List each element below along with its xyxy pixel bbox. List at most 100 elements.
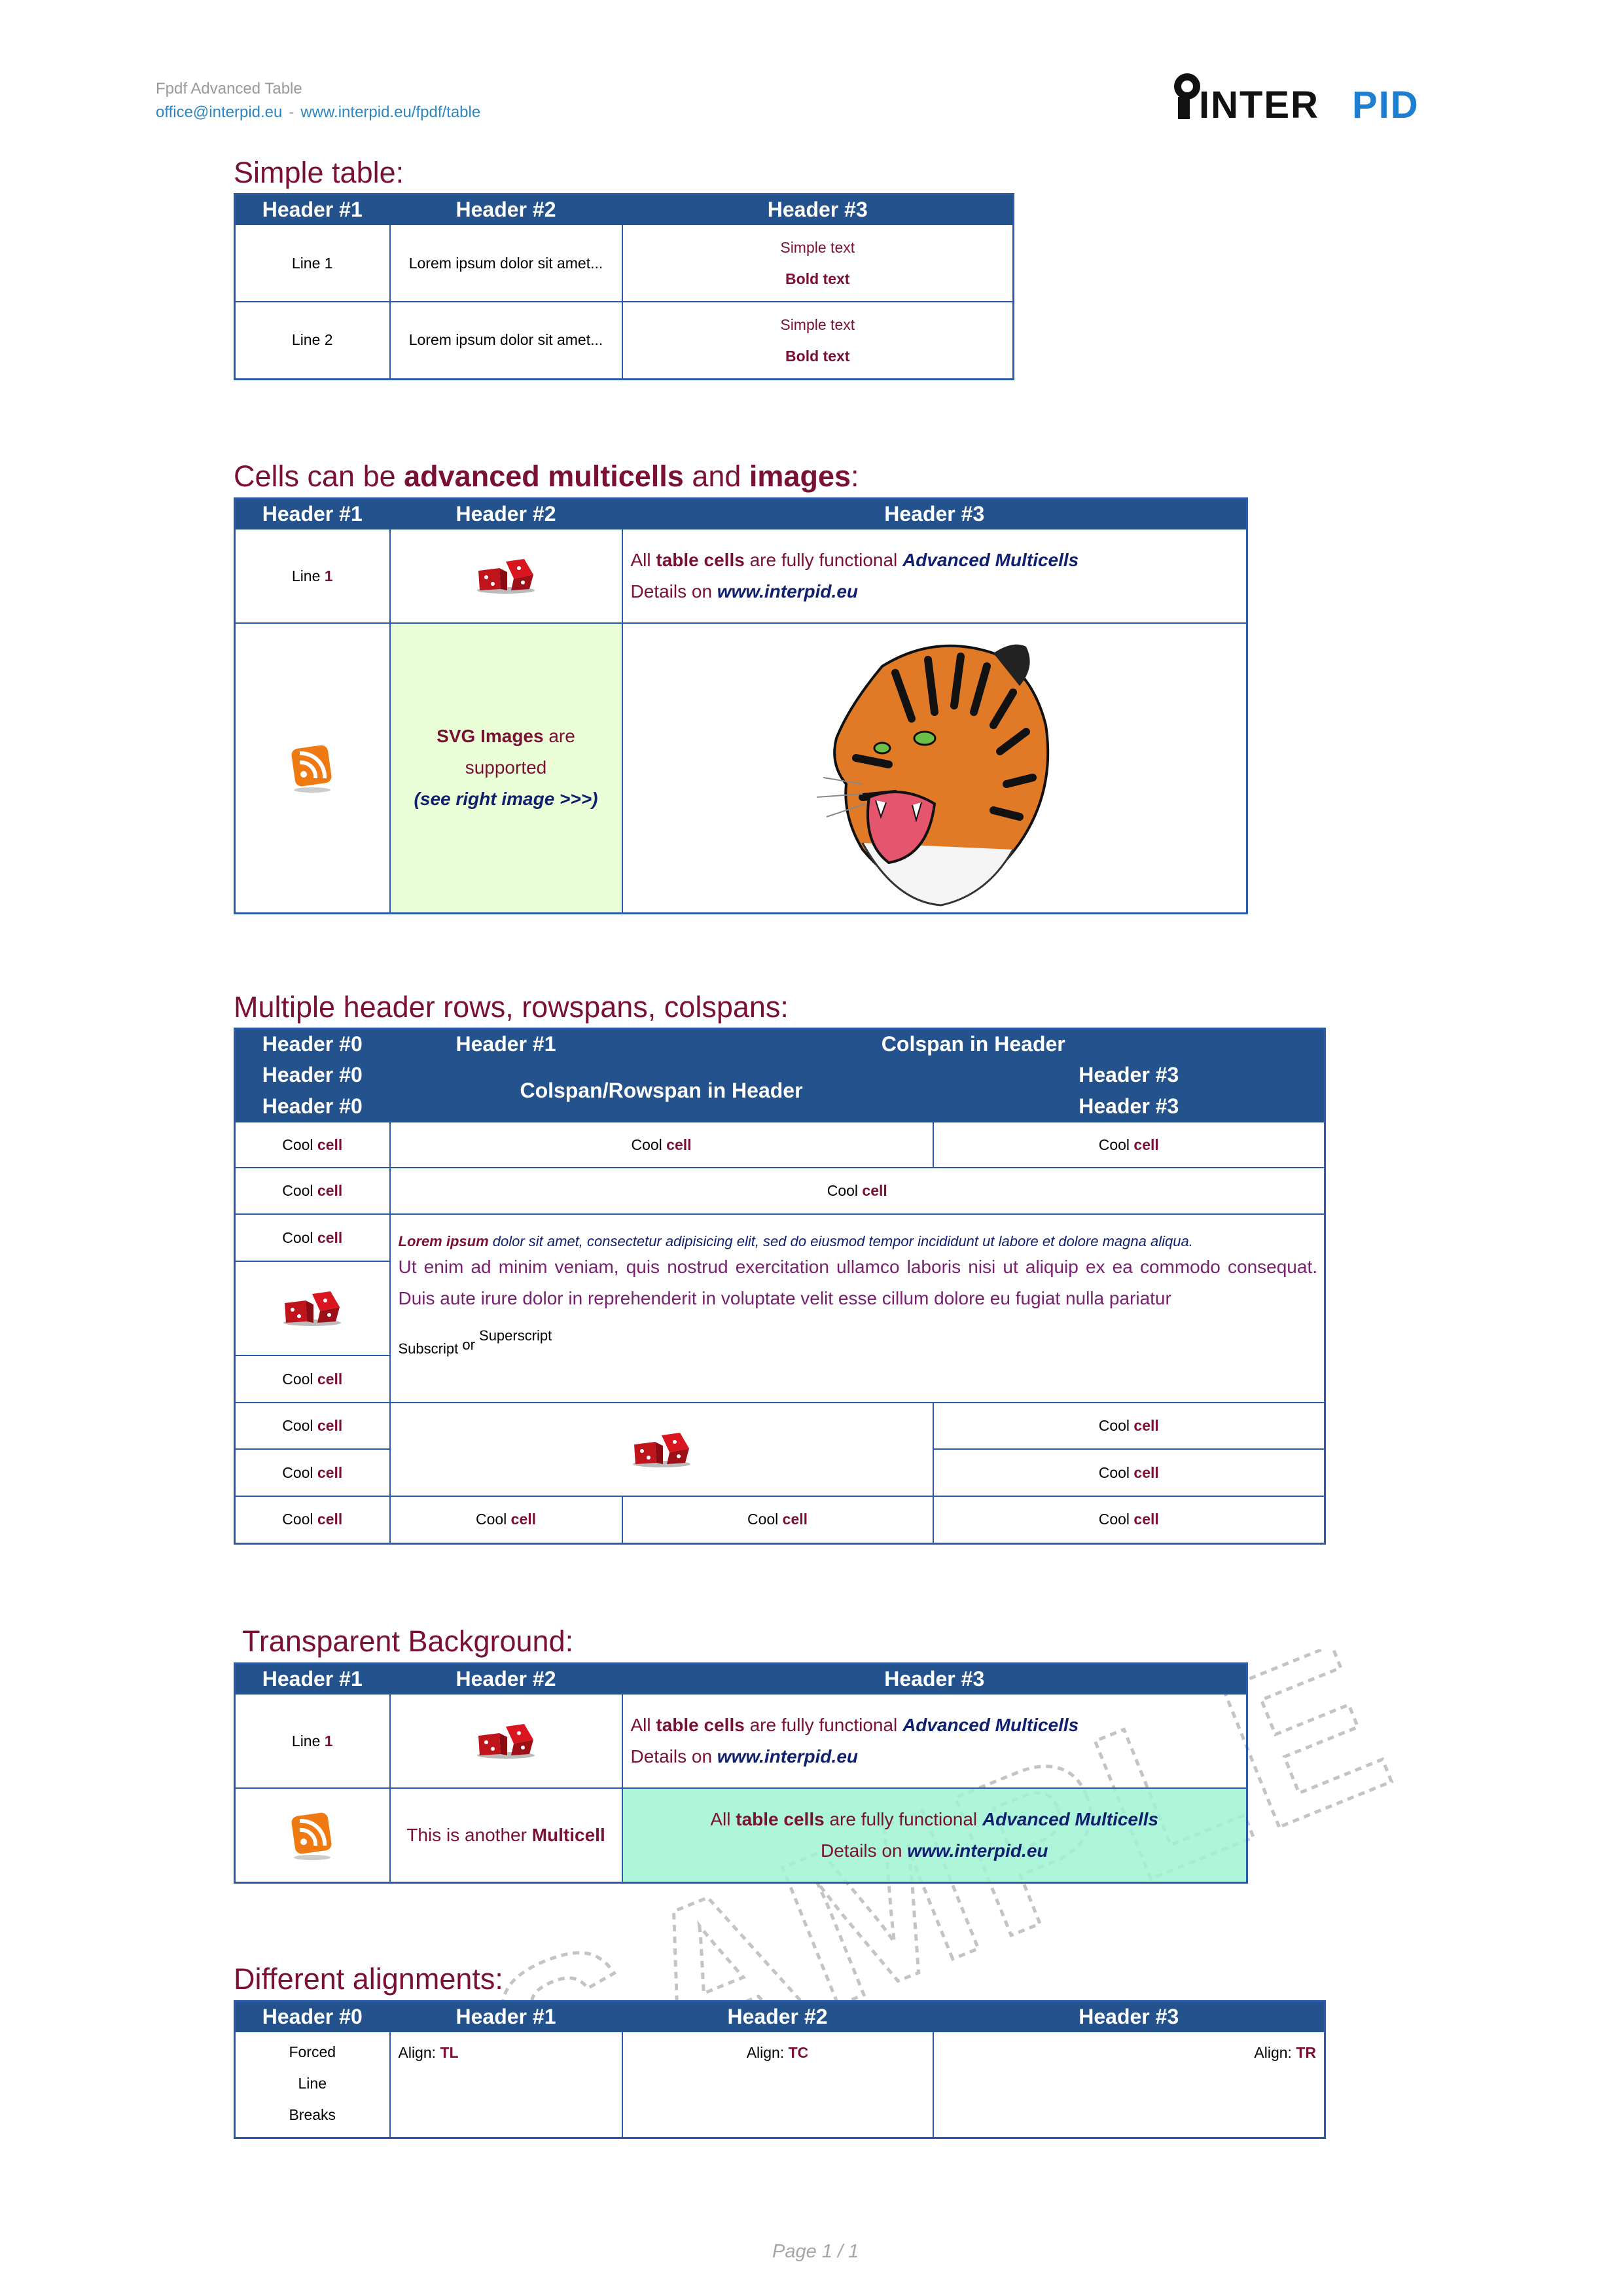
- text: Line: [298, 2075, 327, 2092]
- text: Cool: [282, 1511, 317, 1528]
- header-colspan: Colspan in Header: [621, 1028, 1326, 1060]
- sub-sup-line: Subscript or Superscript: [399, 1327, 1318, 1357]
- text: cell: [666, 1136, 692, 1153]
- text: This is another: [406, 1824, 532, 1845]
- cell-align-tl: Align: TL: [389, 2031, 623, 2138]
- header-cell: Header #2: [389, 193, 623, 225]
- svg-text:PID: PID: [1352, 84, 1419, 121]
- text: Forced: [289, 2043, 336, 2060]
- table-row: SVG Images are supported (see right imag…: [234, 622, 1248, 914]
- simple-table: Header #1 Header #2 Header #3 Line 1 Lor…: [234, 193, 1014, 380]
- cell-forced-breaks: Forced Line Breaks: [234, 2031, 391, 2138]
- text: Cool: [282, 1229, 317, 1246]
- url-link[interactable]: www.interpid.eu: [717, 581, 858, 601]
- title-part: :: [851, 459, 859, 493]
- table-row: Line 1 Lorem ipsum dolor sit amet... Sim…: [234, 224, 1014, 302]
- table-row: Line 2 Lorem ipsum dolor sit amet... Sim…: [234, 301, 1014, 380]
- email-link[interactable]: office@interpid.eu: [156, 103, 282, 121]
- cool-cell: Cool cell: [234, 1355, 391, 1403]
- text: cell: [1133, 1463, 1159, 1481]
- text: Cool: [1098, 1463, 1134, 1481]
- interpid-logo: INTER PID: [1174, 73, 1419, 121]
- url-link[interactable]: www.interpid.eu: [717, 1746, 858, 1767]
- header-cell: Header #3: [932, 1090, 1326, 1122]
- header-links: office@interpid.eu - www.interpid.eu/fpdf/…: [156, 103, 480, 122]
- text: (see right image >>>): [414, 789, 598, 810]
- text: cell: [317, 1229, 343, 1246]
- url-link[interactable]: www.interpid.eu/fpdf/table: [300, 103, 480, 121]
- simple-table-title: Simple table:: [234, 156, 404, 189]
- logo-text: INTER: [1199, 84, 1319, 121]
- text: are fully functional: [744, 1715, 903, 1735]
- text: All: [710, 1808, 736, 1829]
- header-cell: Header #3: [932, 1058, 1326, 1091]
- cell-text: Simple text Bold text: [621, 301, 1014, 380]
- text: Breaks: [289, 2106, 336, 2123]
- text: are fully functional: [744, 550, 903, 570]
- alignments-table: Header #0 Header #1 Header #2 Header #3 …: [234, 2000, 1326, 2139]
- text: TL: [440, 2044, 459, 2061]
- text: Cool: [827, 1182, 863, 1199]
- cell-align-tc: Align: TC: [621, 2031, 934, 2138]
- header-cell: Header #3: [932, 2000, 1326, 2032]
- text: cell: [317, 1136, 343, 1153]
- cell-text: Simple text Bold text: [621, 224, 1014, 302]
- text: Lorem ipsum: [398, 1233, 489, 1249]
- text: TC: [788, 2044, 809, 2061]
- text: Advanced Multicells: [902, 550, 1079, 570]
- text: table cells: [656, 1715, 745, 1735]
- text: Align:: [746, 2044, 789, 2061]
- header-cell: Header #0: [234, 1028, 391, 1060]
- text: All: [630, 550, 656, 570]
- text: Advanced Multicells: [902, 1715, 1079, 1735]
- superscript-text: Superscript: [479, 1327, 552, 1344]
- line-label: Line: [291, 1732, 325, 1749]
- text: are fully functional: [824, 1808, 982, 1829]
- cell-align-tr: Align: TR: [932, 2031, 1326, 2138]
- dice-icon: [283, 1291, 342, 1326]
- cool-cell: Cool cell: [389, 1496, 623, 1544]
- text: Cool: [282, 1417, 317, 1434]
- cool-cell: Cool cell: [932, 1402, 1326, 1450]
- header-colspan-rowspan: Colspan/Rowspan in Header: [389, 1058, 934, 1122]
- text: Align:: [398, 2044, 440, 2061]
- text: Cool: [1098, 1417, 1134, 1434]
- header-cell: Header #1: [389, 2000, 623, 2032]
- text: cell: [1133, 1136, 1159, 1153]
- cell-multicell: All table cells are fully functional Adv…: [621, 528, 1248, 624]
- header-cell: Header #2: [389, 1662, 623, 1695]
- cool-cell: Cool cell: [389, 1167, 1326, 1215]
- header-cell: Header #1: [234, 193, 391, 225]
- cell-lorem-multicell: Lorem ipsum dolor sit amet, consectetur …: [389, 1213, 1326, 1403]
- text: Cool: [747, 1511, 783, 1528]
- text: All: [630, 1715, 656, 1735]
- multi-header-table: Header #0 Header #1 Colspan in Header He…: [234, 1028, 1327, 1545]
- cell-image: [389, 528, 623, 624]
- text: cell: [862, 1182, 887, 1199]
- rss-icon: [291, 745, 332, 793]
- text: Cool: [631, 1136, 667, 1153]
- text: cell: [1133, 1417, 1159, 1434]
- cell-image: [621, 622, 1248, 914]
- text: cell: [782, 1511, 808, 1528]
- text: Cool: [1098, 1136, 1134, 1153]
- cell-image: [389, 1693, 623, 1789]
- cell-line: Line 1: [234, 224, 391, 302]
- rss-icon: [291, 1812, 332, 1860]
- line-label: Line: [291, 567, 325, 584]
- title-part: and: [683, 459, 749, 493]
- cell-multicell: All table cells are fully functional Adv…: [621, 1693, 1248, 1789]
- text: SVG Images: [437, 726, 544, 747]
- alignments-title: Different alignments:: [234, 1962, 503, 1996]
- table-row: Cool cell Cool cell Cool cell Cool cell: [234, 1496, 1326, 1544]
- header-cell: Header #2: [389, 497, 623, 529]
- page-number: Page 1 / 1: [772, 2241, 859, 2262]
- text: Ut enim ad minim veniam, quis nostrud ex…: [398, 1257, 1318, 1308]
- header-cell: Header #0: [234, 2000, 391, 2032]
- cell-line: Line 2: [234, 301, 391, 380]
- url-link[interactable]: www.interpid.eu: [907, 1840, 1048, 1861]
- cool-cell: Cool cell: [932, 1121, 1326, 1168]
- text: Cool: [1098, 1511, 1134, 1528]
- title-bold: advanced multicells: [404, 459, 684, 493]
- cell-mint-multicell: All table cells are fully functional Adv…: [621, 1787, 1248, 1883]
